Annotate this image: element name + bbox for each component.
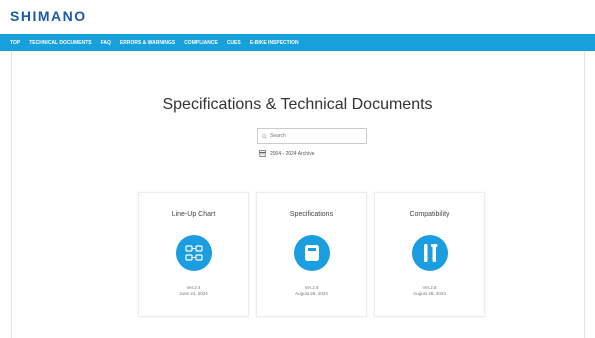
archive-box-icon (259, 150, 266, 157)
card-icon-circle (176, 235, 212, 271)
card-compatibility[interactable]: Compatibility Ver.2.8 August 28, 2024 (374, 192, 485, 317)
search-box (257, 128, 367, 144)
card-icon-circle (412, 235, 448, 271)
card-date: June 24, 2024 (179, 291, 208, 296)
top-bar: SHIMANO (0, 0, 595, 34)
search-icon (262, 133, 267, 139)
archive-link[interactable]: 2004 - 2024 Archive (259, 150, 314, 157)
nav-item-errors-warnings[interactable]: ERRORS & WARNINGS (120, 40, 175, 46)
nav-item-top[interactable]: TOP (10, 40, 20, 46)
card-specifications[interactable]: Specifications Ver.2.9 August 28, 2024 (256, 192, 367, 317)
page-title: Specifications & Technical Documents (162, 96, 433, 113)
content-border-right (584, 51, 585, 338)
card-date: August 28, 2024 (295, 291, 328, 296)
card-version: Ver.2.9 (304, 285, 319, 290)
card-title: Line-Up Chart (171, 211, 216, 218)
card-title: Specifications (289, 211, 334, 218)
page: SHIMANO TOP TECHNICAL DOCUMENTS FAQ ERRO… (0, 0, 595, 338)
card-title: Compatibility (409, 211, 450, 218)
card-version: Ver.2.4 (186, 285, 201, 290)
nav-item-technical-documents[interactable]: TECHNICAL DOCUMENTS (29, 40, 91, 46)
specifications-icon (305, 245, 319, 261)
nav-item-cues[interactable]: CUES (227, 40, 241, 46)
main-nav: TOP TECHNICAL DOCUMENTS FAQ ERRORS & WAR… (0, 34, 595, 51)
card-lineup-chart[interactable]: Line-Up Chart Ver.2.4 June 24, 2024 (138, 192, 249, 317)
card-icon-circle (294, 235, 330, 271)
shimano-logo[interactable]: SHIMANO (10, 8, 87, 24)
content-border-left (11, 51, 12, 338)
nav-item-faq[interactable]: FAQ (101, 40, 111, 46)
compatibility-icon (424, 244, 438, 262)
archive-link-label: 2004 - 2024 Archive (270, 150, 315, 157)
card-date: August 28, 2024 (413, 291, 446, 296)
card-version: Ver.2.8 (422, 285, 437, 290)
lineup-chart-icon (185, 245, 203, 261)
nav-item-compliance[interactable]: COMPLIANCE (184, 40, 218, 46)
nav-item-ebike-inspection[interactable]: E-BIKE INSPECTION (250, 40, 299, 46)
search-input[interactable] (270, 130, 360, 142)
